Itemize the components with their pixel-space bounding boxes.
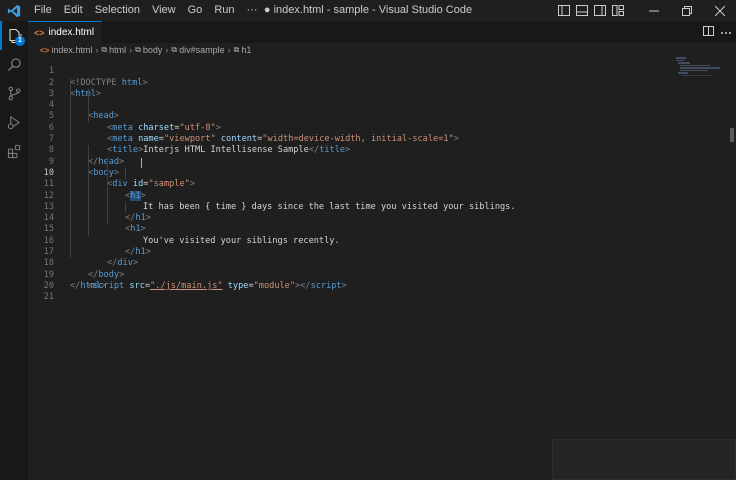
- code-line: 3 <head>: [28, 77, 668, 121]
- element-icon: ⧉: [101, 45, 108, 54]
- menu-selection[interactable]: Selection: [89, 0, 146, 21]
- chevron-right-icon: ›: [129, 45, 133, 55]
- breadcrumb-body[interactable]: ⧉ body: [135, 45, 162, 55]
- code-line: 7 </head>: [28, 122, 668, 167]
- code-line: 9 <div id="sample">: [28, 145, 668, 189]
- code-line: 14 You've visited your siblings recently…: [28, 201, 668, 246]
- text-cursor-icon: [141, 157, 142, 168]
- menu-bar: File Edit Selection View Go Run ···: [28, 0, 264, 21]
- explorer-badge: 1: [15, 36, 25, 46]
- menu-edit[interactable]: Edit: [58, 0, 89, 21]
- code-line: 4 <meta charset="utf-8">: [28, 88, 668, 133]
- more-actions-icon[interactable]: [720, 26, 732, 38]
- code-line: 20: [28, 270, 668, 291]
- breadcrumb-div-sample[interactable]: ⧉ div#sample: [171, 45, 224, 55]
- code-line: 18 <script src="./js/main.js" type="modu…: [28, 247, 668, 291]
- minimap[interactable]: [676, 57, 726, 87]
- code-line: 17 </body>: [28, 235, 668, 280]
- minimize-icon[interactable]: [637, 0, 670, 21]
- code-line: 1 <!DOCTYPE html>: [28, 55, 668, 87]
- toggle-primary-sidebar-icon[interactable]: [555, 0, 573, 21]
- code-line: 13 <h1>: [28, 190, 668, 234]
- code-line: 16 </div>: [28, 224, 668, 268]
- menu-run[interactable]: Run: [208, 0, 240, 21]
- restore-icon[interactable]: [670, 0, 703, 21]
- chevron-right-icon: ›: [95, 45, 99, 55]
- chevron-right-icon: ›: [165, 45, 169, 55]
- code-line: 12 </h1>: [28, 179, 668, 223]
- split-editor-icon[interactable]: [703, 25, 714, 39]
- element-icon: ⧉: [135, 45, 141, 54]
- code-line: 6 <title>Interjs HTML Intellisense Sampl…: [28, 111, 668, 155]
- toggle-panel-icon[interactable]: [573, 0, 591, 21]
- breadcrumb-file[interactable]: <> index.html: [40, 45, 92, 55]
- editor-area: <> index.html <> index.html › ⧉ html › ⧉ bo…: [28, 21, 736, 480]
- code-line: 21: [28, 281, 668, 302]
- breadcrumb-h1[interactable]: ⧉ h1: [234, 45, 252, 55]
- vscode-logo-icon: [0, 0, 28, 21]
- editor-actions: [703, 21, 732, 43]
- chevron-right-icon: ›: [227, 45, 231, 55]
- explorer-icon[interactable]: 1: [0, 21, 28, 50]
- notification-panel: [552, 439, 736, 480]
- tab-label: index.html: [48, 27, 95, 38]
- tab-bar: <> index.html: [28, 21, 736, 43]
- breadcrumb-html[interactable]: ⧉ html: [101, 45, 126, 55]
- line-number: 21: [43, 292, 54, 303]
- menu-file[interactable]: File: [28, 0, 58, 21]
- search-icon[interactable]: [0, 50, 28, 79]
- code-line-current: 10 <h1>: [28, 156, 668, 201]
- code-line: 2 <html>: [28, 66, 668, 99]
- source-control-icon[interactable]: [0, 79, 28, 108]
- title-bar: File Edit Selection View Go Run ··· ● in…: [0, 0, 736, 21]
- extensions-icon[interactable]: [0, 137, 28, 166]
- html-file-icon: <>: [34, 27, 45, 38]
- element-icon: ⧉: [171, 45, 178, 54]
- menu-view[interactable]: View: [146, 0, 182, 21]
- code-line: 15 </h1>: [28, 213, 668, 257]
- activity-bar: 1: [0, 21, 28, 480]
- code-line: 5 <meta name="viewport" content="width=d…: [28, 100, 668, 144]
- tab-index-html[interactable]: <> index.html: [28, 21, 102, 43]
- code-editor[interactable]: 1 <!DOCTYPE html> 2 <html> 3 <head> 4 <m…: [28, 55, 668, 302]
- code-line: 11 It has been { time } days since the l…: [28, 167, 668, 212]
- code-line: 8 <body>: [28, 134, 668, 178]
- menu-more[interactable]: ···: [241, 0, 264, 21]
- html-file-icon: <>: [40, 45, 50, 55]
- element-icon: ⧉: [233, 45, 240, 54]
- code-line: 19 </html>: [28, 258, 668, 291]
- menu-go[interactable]: Go: [182, 0, 209, 21]
- title-actions: [555, 0, 736, 21]
- run-debug-icon[interactable]: [0, 108, 28, 137]
- customize-layout-icon[interactable]: [609, 0, 627, 21]
- close-icon[interactable]: [703, 0, 736, 21]
- toggle-secondary-sidebar-icon[interactable]: [591, 0, 609, 21]
- scrollbar-thumb[interactable]: [730, 128, 734, 142]
